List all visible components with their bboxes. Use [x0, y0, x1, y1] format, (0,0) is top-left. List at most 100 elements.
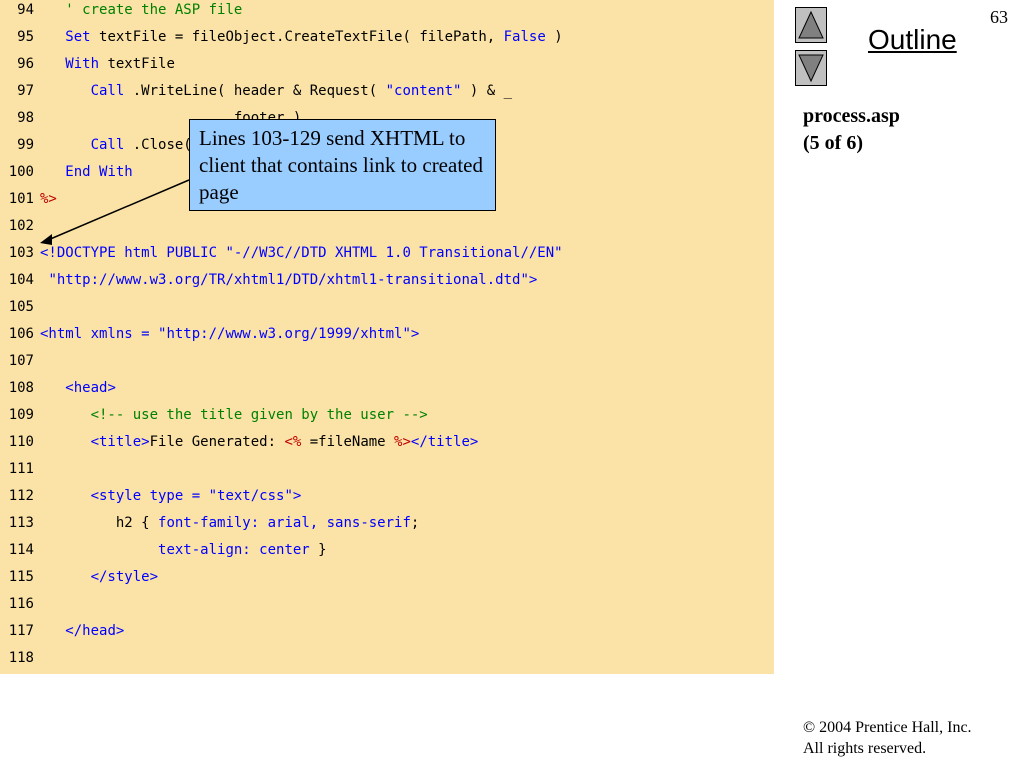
code-line: 104 "http://www.w3.org/TR/xhtml1/DTD/xht… [0, 270, 538, 297]
code-token: font-family: [158, 515, 260, 531]
code-line: 113 h2 { font-family: arial, sans-serif; [0, 513, 420, 540]
code-token: } [309, 542, 327, 558]
code-token: Call [90, 137, 125, 153]
code-token: %> [394, 434, 411, 450]
triangle-up-icon [798, 10, 824, 39]
line-number: 97 [17, 83, 34, 99]
code-token: With [65, 56, 100, 72]
copyright-line-2: All rights reserved. [803, 740, 927, 757]
code-token: > [528, 272, 538, 288]
code-line: 96 With textFile [0, 54, 175, 81]
line-number: 105 [8, 299, 34, 315]
line-number: 111 [8, 461, 34, 477]
code-line: 107 [0, 351, 40, 378]
triangle-down-icon [798, 54, 824, 83]
line-number: 98 [17, 110, 34, 126]
code-line: 95 Set textFile = fileObject.CreateTextF… [0, 27, 563, 54]
code-token: "-//W3C//DTD XHTML 1.0 Transitional//EN" [225, 245, 563, 261]
code-token: > [292, 488, 302, 504]
code-token: </title> [410, 434, 479, 450]
line-number: 115 [8, 569, 34, 585]
code-line: 117 </head> [0, 621, 125, 648]
code-token: textFile = fileObject.CreateTextFile( fi… [90, 29, 504, 45]
code-token: > [410, 326, 420, 342]
code-line: 108 <head> [0, 378, 116, 405]
copyright-notice: © 2004 Prentice Hall, Inc. All rights re… [803, 717, 972, 759]
file-name: process.asp [803, 105, 900, 127]
code-token: .WriteLine( header & Request( [124, 83, 386, 99]
code-token: File Generated: [149, 434, 285, 450]
code-line: 110 <title>File Generated: <% =fileName … [0, 432, 479, 459]
line-number: 94 [17, 2, 34, 18]
copyright-line-1: © 2004 Prentice Hall, Inc. [803, 719, 972, 736]
line-number: 106 [8, 326, 34, 342]
code-token: ) [545, 29, 563, 45]
code-token: End With [65, 164, 133, 180]
line-number: 104 [8, 272, 34, 288]
code-line: 100 End With [0, 162, 133, 189]
code-token: textFile [99, 56, 175, 72]
code-token: "text/css" [208, 488, 293, 504]
outline-link[interactable]: Outline [868, 24, 957, 56]
line-number: 109 [8, 407, 34, 423]
line-number: 96 [17, 56, 34, 72]
line-number: 117 [8, 623, 34, 639]
code-line: 97 Call .WriteLine( header & Request( "c… [0, 81, 512, 108]
line-number: 113 [8, 515, 34, 531]
code-line: 118 [0, 648, 40, 674]
code-line: 114 text-align: center } [0, 540, 327, 567]
line-number: 108 [8, 380, 34, 396]
line-number: 114 [8, 542, 34, 558]
line-number: 101 [8, 191, 34, 207]
code-line: 102 [0, 216, 40, 243]
code-token: <!-- use the title given by the user --> [90, 407, 428, 423]
line-number: 116 [8, 596, 34, 612]
code-token: <head> [65, 380, 116, 396]
code-line: 101 %> [0, 189, 57, 216]
line-number: 99 [17, 137, 34, 153]
code-token: <title> [90, 434, 150, 450]
file-title: process.asp (5 of 6) [803, 103, 900, 157]
code-line: 109 <!-- use the title given by the user… [0, 405, 428, 432]
code-token: text-align: [158, 542, 251, 558]
line-number: 95 [17, 29, 34, 45]
callout-note: Lines 103-129 send XHTML to client that … [189, 119, 496, 211]
code-token: ) & _ [461, 83, 513, 99]
code-line: 103 <!DOCTYPE html PUBLIC "-//W3C//DTD XH… [0, 243, 563, 270]
code-token: %> [40, 191, 57, 207]
code-token: "content" [385, 83, 462, 99]
code-token: ; [410, 515, 420, 531]
code-token: <style type = [90, 488, 209, 504]
code-token: </head> [65, 623, 125, 639]
code-line: 112 <style type = "text/css"> [0, 486, 302, 513]
file-part: (5 of 6) [803, 132, 863, 154]
code-line: 106 <html xmlns = "http://www.w3.org/1999… [0, 324, 420, 351]
code-token: </style> [90, 569, 159, 585]
line-number: 107 [8, 353, 34, 369]
code-token: Call [90, 83, 125, 99]
line-number: 118 [8, 650, 34, 666]
code-line: 111 [0, 459, 40, 486]
previous-slide-button[interactable] [795, 7, 827, 43]
code-token: "http://www.w3.org/1999/xhtml" [158, 326, 411, 342]
code-token: h2 { [40, 515, 159, 531]
next-slide-button[interactable] [795, 50, 827, 86]
code-listing: 94 ' create the ASP file 95 Set textFile … [0, 0, 774, 674]
line-number: 100 [8, 164, 34, 180]
code-token: <% [284, 434, 302, 450]
code-token: <html xmlns = [40, 326, 159, 342]
line-number: 102 [8, 218, 34, 234]
